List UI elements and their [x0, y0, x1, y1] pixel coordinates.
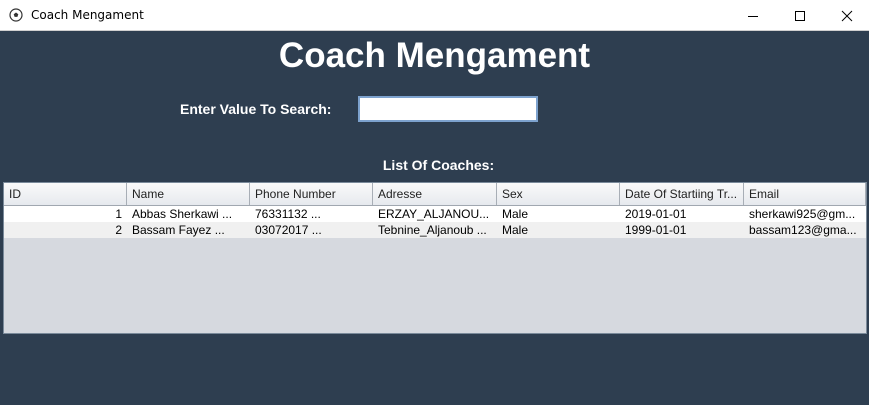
maximize-icon [794, 10, 805, 21]
column-header-adresse[interactable]: Adresse [373, 183, 497, 205]
cell-id: 2 [115, 223, 122, 237]
minimize-icon [747, 15, 758, 17]
cell-phone: 03072017 ... [255, 223, 322, 237]
list-label: List Of Coaches: [382, 157, 495, 173]
cell-email: sherkawi925@gm... [749, 207, 856, 221]
minimize-button[interactable] [730, 0, 775, 31]
window-title: Coach Mengament [31, 8, 144, 22]
search-label: Enter Value To Search: [180, 101, 332, 117]
cell-adresse: ERZAY_ALJANOU... [378, 207, 490, 221]
cell-id: 1 [115, 207, 122, 221]
maximize-button[interactable] [777, 0, 822, 31]
title-bar: Coach Mengament [0, 0, 869, 31]
page-title: Coach Mengament [278, 36, 591, 75]
close-button[interactable] [824, 0, 869, 31]
coaches-table[interactable]: ID Name Phone Number Adresse Sex Date Of… [3, 182, 867, 334]
cell-phone: 76331132 ... [255, 207, 321, 221]
cell-date: 1999-01-01 [625, 223, 687, 237]
close-icon [841, 10, 852, 21]
search-input[interactable] [358, 96, 538, 122]
column-header-id[interactable]: ID [4, 183, 127, 205]
cell-sex: Male [502, 207, 529, 221]
cell-date: 2019-01-01 [625, 207, 687, 221]
table-row[interactable]: 2 Bassam Fayez ... 03072017 ... Tebnine_… [4, 222, 866, 238]
column-header-phone[interactable]: Phone Number [250, 183, 373, 205]
table-row[interactable]: 1 Abbas Sherkawi ... 76331132 ... ERZAY_… [4, 206, 866, 222]
table-header: ID Name Phone Number Adresse Sex Date Of… [4, 183, 866, 206]
column-header-date[interactable]: Date Of Startiing Tr... [620, 183, 744, 205]
cell-sex: Male [502, 223, 529, 237]
column-header-name[interactable]: Name [127, 183, 250, 205]
cell-adresse: Tebnine_Aljanoub ... [378, 223, 487, 237]
cell-name: Abbas Sherkawi ... [132, 207, 233, 221]
soccer-ball-icon [9, 8, 23, 22]
cell-name: Bassam Fayez ... [132, 223, 225, 237]
column-header-email[interactable]: Email [744, 183, 866, 205]
cell-email: bassam123@gma... [749, 223, 857, 237]
column-header-sex[interactable]: Sex [497, 183, 620, 205]
